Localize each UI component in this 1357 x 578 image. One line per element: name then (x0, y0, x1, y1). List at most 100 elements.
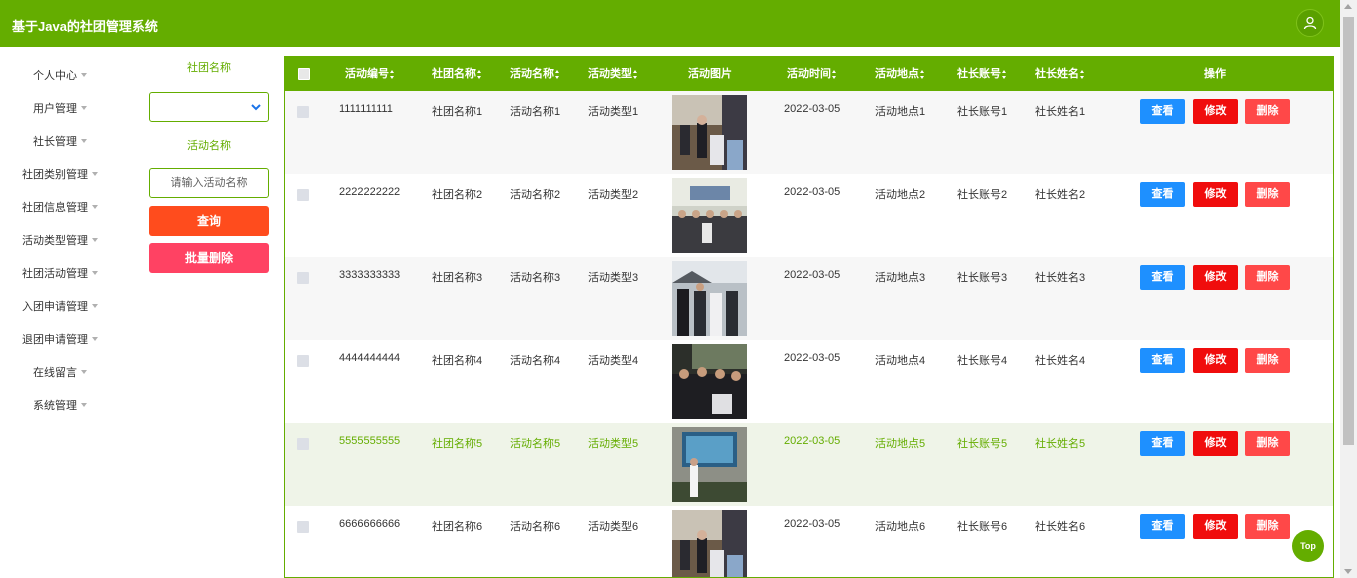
page-scrollbar[interactable] (1340, 0, 1357, 578)
activity-image[interactable] (672, 344, 747, 419)
view-button[interactable]: 查看 (1140, 514, 1185, 539)
col-header-club-name[interactable]: 社团名称 (432, 57, 482, 91)
search-filter-panel: 社团名称 活动名称 请输入活动名称 查询 批量删除 (149, 58, 269, 273)
caret-down-icon (81, 369, 87, 374)
col-header-activity-time[interactable]: 活动时间 (787, 57, 837, 91)
cell-activity-id: 1111111111 (339, 103, 393, 115)
scroll-down-arrow-icon[interactable] (1344, 569, 1352, 574)
cell-activity-type: 活动类型3 (588, 272, 639, 284)
activity-image[interactable] (672, 510, 747, 577)
col-header-activity-location[interactable]: 活动地点 (875, 57, 925, 91)
delete-button[interactable]: 删除 (1245, 514, 1290, 539)
cell-activity-id: 5555555555 (339, 435, 401, 447)
cell-club-name: 社团名称3 (432, 272, 483, 284)
row-checkbox[interactable] (297, 521, 309, 533)
back-to-top-button[interactable]: Top (1292, 530, 1324, 562)
cell-leader-account: 社长账号4 (957, 355, 1008, 367)
sidebar-item-label: 个人中心 (33, 69, 77, 82)
club-name-select[interactable] (149, 92, 269, 122)
activity-image[interactable] (672, 178, 747, 253)
table-row[interactable]: 6666666666 社团名称6 活动名称6 活动类型6 2022-03-05 … (285, 506, 1333, 577)
row-checkbox[interactable] (297, 438, 309, 450)
delete-button[interactable]: 删除 (1245, 431, 1290, 456)
edit-button[interactable]: 修改 (1193, 431, 1238, 456)
sidebar-item-online-message[interactable]: 在线留言 (0, 355, 140, 388)
row-checkbox[interactable] (297, 106, 309, 118)
view-button[interactable]: 查看 (1140, 99, 1185, 124)
sidebar-item-club-category[interactable]: 社团类别管理 (0, 157, 140, 190)
caret-down-icon (92, 336, 98, 341)
sidebar-item-personal-center[interactable]: 个人中心 (0, 58, 140, 91)
row-checkbox[interactable] (297, 189, 309, 201)
col-header-leader-name[interactable]: 社长姓名 (1035, 57, 1085, 91)
col-header-activity-type[interactable]: 活动类型 (588, 57, 638, 91)
sidebar-item-activity-type[interactable]: 活动类型管理 (0, 223, 140, 256)
activity-image[interactable] (672, 427, 747, 502)
sidebar-item-join-application[interactable]: 入团申请管理 (0, 289, 140, 322)
cell-activity-type: 活动类型5 (588, 438, 639, 450)
view-button[interactable]: 查看 (1140, 265, 1185, 290)
caret-down-icon (92, 270, 98, 275)
cell-activity-location: 活动地点5 (875, 438, 926, 450)
cell-leader-account: 社长账号2 (957, 189, 1008, 201)
sidebar-item-club-activity[interactable]: 社团活动管理 (0, 256, 140, 289)
sidebar-item-label: 社团活动管理 (22, 267, 88, 280)
cell-activity-time: 2022-03-05 (784, 435, 841, 447)
cell-leader-name: 社长姓名1 (1035, 106, 1086, 118)
sidebar-item-club-info[interactable]: 社团信息管理 (0, 190, 140, 223)
table-row[interactable]: 5555555555 社团名称5 活动名称5 活动类型5 2022-03-05 … (285, 423, 1333, 506)
view-button[interactable]: 查看 (1140, 182, 1185, 207)
row-checkbox[interactable] (297, 355, 309, 367)
edit-button[interactable]: 修改 (1193, 99, 1238, 124)
activity-image[interactable] (672, 261, 747, 336)
scroll-up-arrow-icon[interactable] (1344, 4, 1352, 9)
sidebar-item-quit-application[interactable]: 退团申请管理 (0, 322, 140, 355)
col-header-label: 活动时间 (787, 68, 831, 80)
delete-button[interactable]: 删除 (1245, 182, 1290, 207)
activity-table: 活动编号 社团名称 活动名称 活动类型 活动图片 活动时间 活动地点 社长账号 … (284, 56, 1334, 578)
cell-activity-type: 活动类型4 (588, 355, 639, 367)
col-header-leader-account[interactable]: 社长账号 (957, 57, 1007, 91)
table-row[interactable]: 3333333333 社团名称3 活动名称3 活动类型3 2022-03-05 … (285, 257, 1333, 340)
edit-button[interactable]: 修改 (1193, 182, 1238, 207)
col-header-activity-id[interactable]: 活动编号 (345, 57, 395, 91)
cell-activity-id: 2222222222 (339, 186, 401, 198)
edit-button[interactable]: 修改 (1193, 265, 1238, 290)
chevron-down-icon (251, 104, 261, 111)
sidebar-item-leader-management[interactable]: 社长管理 (0, 124, 140, 157)
activity-name-input[interactable]: 请输入活动名称 (149, 168, 269, 198)
col-header-label: 活动编号 (345, 68, 389, 80)
cell-club-name: 社团名称4 (432, 355, 483, 367)
row-checkbox[interactable] (297, 272, 309, 284)
cell-activity-name: 活动名称2 (510, 189, 561, 201)
cell-activity-location: 活动地点2 (875, 189, 926, 201)
app-title: 基于Java的社团管理系统 (12, 19, 158, 34)
view-button[interactable]: 查看 (1140, 431, 1185, 456)
sort-icon (1080, 69, 1085, 79)
search-button[interactable]: 查询 (149, 206, 269, 236)
sidebar-item-system-management[interactable]: 系统管理 (0, 388, 140, 421)
view-button[interactable]: 查看 (1140, 348, 1185, 373)
edit-button[interactable]: 修改 (1193, 348, 1238, 373)
sidebar-item-user-management[interactable]: 用户管理 (0, 91, 140, 124)
activity-image[interactable] (672, 95, 747, 170)
col-header-activity-name[interactable]: 活动名称 (510, 57, 560, 91)
sidebar-item-label: 退团申请管理 (22, 333, 88, 346)
select-all-checkbox[interactable] (298, 68, 310, 80)
delete-button[interactable]: 删除 (1245, 348, 1290, 373)
scrollbar-thumb[interactable] (1343, 17, 1354, 445)
bulk-delete-button[interactable]: 批量删除 (149, 243, 269, 273)
table-row[interactable]: 4444444444 社团名称4 活动名称4 活动类型4 2022-03-05 … (285, 340, 1333, 423)
delete-button[interactable]: 删除 (1245, 265, 1290, 290)
caret-down-icon (92, 303, 98, 308)
col-header-label: 活动图片 (688, 68, 732, 80)
cell-activity-type: 活动类型6 (588, 521, 639, 533)
edit-button[interactable]: 修改 (1193, 514, 1238, 539)
table-row[interactable]: 2222222222 社团名称2 活动名称2 活动类型2 2022-03-05 … (285, 174, 1333, 257)
table-row[interactable]: 1111111111 社团名称1 活动名称1 活动类型1 2022-03-05 … (285, 91, 1333, 174)
user-avatar-button[interactable] (1296, 9, 1324, 37)
col-header-actions: 操作 (1204, 57, 1226, 91)
cell-activity-location: 活动地点4 (875, 355, 926, 367)
caret-down-icon (92, 204, 98, 209)
delete-button[interactable]: 删除 (1245, 99, 1290, 124)
